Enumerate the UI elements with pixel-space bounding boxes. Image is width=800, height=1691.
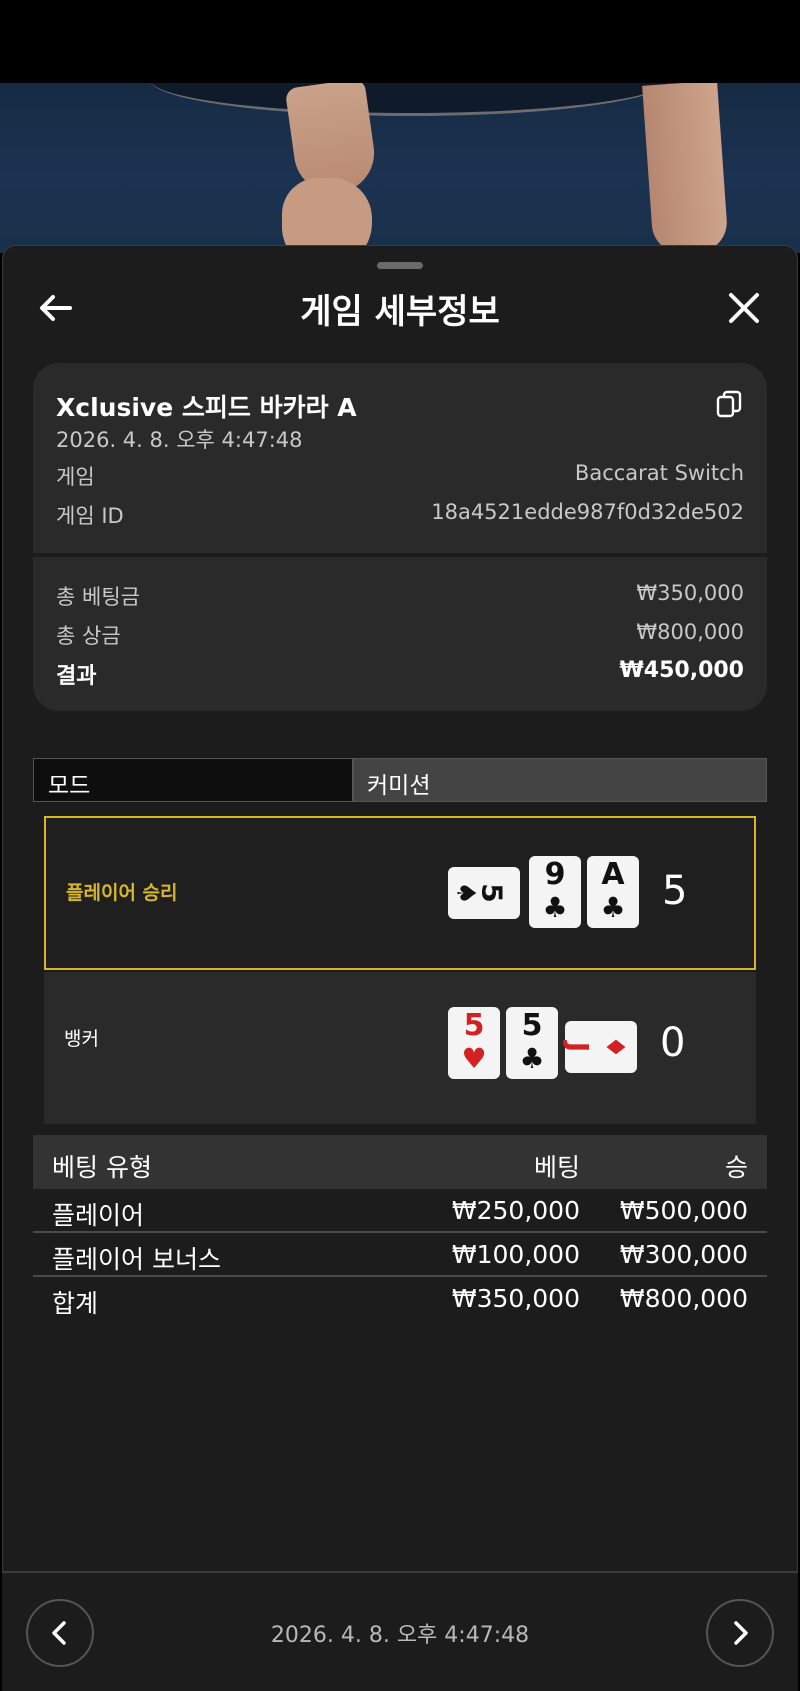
suit-club-icon: ♣ [600,891,626,924]
player-result-row: 플레이어 승리 ♠ 5 9 ♣ A ♣ 5 [44,816,756,970]
result-value: ₩450,000 [619,658,744,683]
card-rank: 5 [521,1008,543,1043]
card-rank: 5 [475,883,509,903]
bet-amount-header: 베팅 [533,1153,580,1182]
result-label: 결과 [56,664,97,689]
player-card-1: ♠ 5 [448,867,520,919]
suit-heart-icon: ♥ [461,1042,487,1075]
bet-type: 플레이어 [52,1201,145,1230]
banker-result-row: 뱅커 5 ♥ 5 ♣ J ♦ 0 [44,972,756,1124]
total-win-value: ₩800,000 [636,620,744,644]
bet-type-header: 베팅 유형 [52,1153,152,1182]
copy-icon [716,390,742,418]
banker-result-label: 뱅커 [64,1028,99,1050]
game-id-label: 게임 ID [56,504,124,528]
total-bet-value: ₩350,000 [636,581,744,605]
close-button[interactable] [722,286,766,330]
suit-club-icon: ♣ [542,891,568,924]
banker-card-1: 5 ♥ [448,1007,500,1079]
win-amount: ₩800,000 [619,1284,748,1313]
suit-club-icon: ♣ [519,1042,545,1075]
table-row: 플레이어 보너스 ₩100,000 ₩300,000 [33,1233,767,1277]
card-divider [33,553,767,557]
game-type-label: 게임 [56,465,95,489]
win-amount: ₩300,000 [619,1240,748,1269]
win-amount: ₩500,000 [619,1196,748,1225]
card-rank: A [601,857,625,892]
chevron-right-icon [734,1621,748,1645]
game-type-value: Baccarat Switch [574,461,744,485]
game-timestamp: 2026. 4. 8. 오후 4:47:48 [56,428,303,452]
table-row: 플레이어 ₩250,000 ₩500,000 [33,1189,767,1233]
live-video-feed [0,83,800,253]
banker-score: 0 [660,1020,686,1066]
page-title: 게임 세부정보 [300,292,500,332]
player-score: 5 [662,868,688,914]
close-icon [729,293,759,323]
card-rank: 9 [544,857,566,892]
total-win-label: 총 상금 [56,624,121,648]
drag-handle[interactable] [377,262,423,269]
card-rank: J [562,1041,596,1053]
bet-table: 베팅 유형 베팅 승 플레이어 ₩250,000 ₩500,000 플레이어 보… [33,1135,767,1319]
round-timestamp: 2026. 4. 8. 오후 4:47:48 [270,1623,530,1648]
table-row-total: 합계 ₩350,000 ₩800,000 [33,1277,767,1319]
copy-button[interactable] [715,389,743,419]
mode-label: 모드 [48,773,91,799]
player-result-label: 플레이어 승리 [66,882,178,904]
game-id-value[interactable]: 18a4521edde987f0d32de502 [431,500,744,524]
bet-type: 플레이어 보너스 [52,1245,221,1274]
next-round-button[interactable] [706,1599,774,1667]
mode-bar: 모드 커미션 [33,758,767,802]
dealer-arm-right [642,83,729,253]
player-card-2: 9 ♣ [529,856,581,928]
dealer-fist [282,178,372,253]
win-amount-header: 승 [724,1153,748,1182]
total-bet-label: 총 베팅금 [56,585,140,609]
bet-amount: ₩350,000 [451,1284,580,1313]
game-summary-card: Xclusive 스피드 바카라 A 2026. 4. 8. 오후 4:47:4… [33,363,767,711]
player-card-3: A ♣ [587,856,639,928]
bet-amount: ₩250,000 [451,1196,580,1225]
footer-nav: 2026. 4. 8. 오후 4:47:48 [2,1571,798,1691]
mode-label-cell: 모드 [34,759,354,801]
table-edge [150,83,670,116]
game-name: Xclusive 스피드 바카라 A [56,393,357,422]
banker-card-2: 5 ♣ [506,1007,558,1079]
card-rank: 5 [463,1008,485,1043]
bet-amount: ₩100,000 [451,1240,580,1269]
bet-type: 합계 [52,1289,99,1318]
suit-diamond-icon: ♦ [599,1035,630,1059]
status-bar [0,0,800,83]
bet-table-header: 베팅 유형 베팅 승 [33,1135,767,1189]
mode-value: 커미션 [367,773,431,799]
banker-card-3: J ♦ [562,1021,637,1073]
